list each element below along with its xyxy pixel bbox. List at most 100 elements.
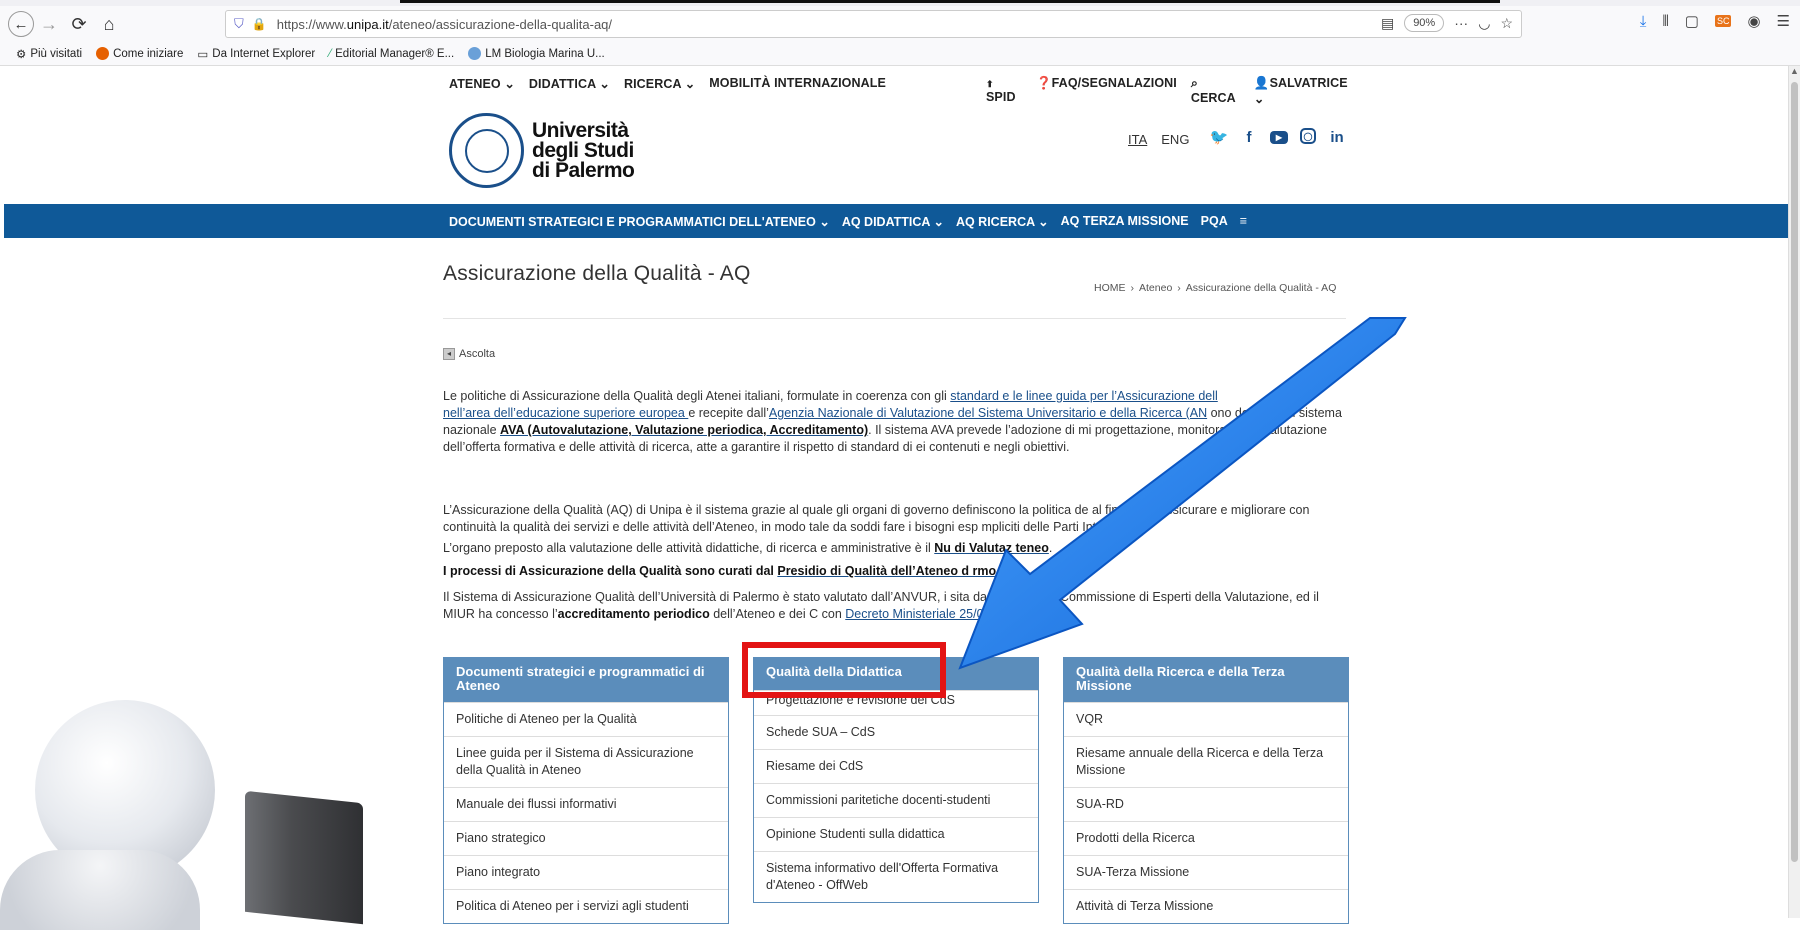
pocket-icon[interactable]: ◡	[1478, 15, 1490, 32]
top-navigation: ATENEO ⌄ DIDATTICA ⌄ RICERCA ⌄ MOBILITÀ …	[449, 76, 1349, 106]
monitor-illustration	[245, 790, 363, 925]
lang-ita[interactable]: ITA	[1128, 132, 1147, 147]
reader-icon[interactable]: ▤	[1381, 15, 1394, 32]
link-decreto-ministeriale[interactable]: Decreto Ministeriale 25/02/2019	[845, 607, 1022, 621]
list-item[interactable]: Opinione Studenti sulla didattica	[754, 817, 1038, 851]
url-host: unipa.it	[346, 16, 389, 32]
menu-aq-ricerca[interactable]: AQ RICERCA ⌄	[956, 214, 1049, 229]
bookmark-internet-explorer[interactable]: ▭ Da Internet Explorer	[197, 47, 315, 61]
list-item[interactable]: Manuale dei flussi informativi	[444, 787, 728, 821]
link-presidio-qualita[interactable]: Presidio di Qualità dell’Ateneo d rmo	[777, 564, 996, 578]
back-icon[interactable]: ←	[8, 11, 34, 37]
spid-icon: ⬆	[986, 79, 994, 89]
folder-icon: ▭	[197, 48, 209, 61]
list-item[interactable]: Politiche di Ateneo per la Qualità	[444, 702, 728, 736]
list-item[interactable]: SUA-RD	[1064, 787, 1348, 821]
globe-icon	[468, 47, 482, 60]
nav-ricerca[interactable]: RICERCA ⌄	[624, 76, 695, 96]
forward-icon[interactable]: →	[34, 9, 64, 39]
list-item[interactable]: Piano integrato	[444, 855, 728, 889]
twitter-icon[interactable]: 🐦	[1210, 128, 1229, 146]
university-seal	[449, 113, 524, 188]
list-item[interactable]: VQR	[1064, 702, 1348, 736]
list-item[interactable]: Sistema informativo dell'Offerta Formati…	[754, 851, 1038, 902]
extension-icon[interactable]: SC	[1714, 15, 1732, 27]
em-icon: ⁄	[329, 47, 332, 60]
menu-icon[interactable]: ☰	[1777, 12, 1790, 30]
breadcrumb-current: Assicurazione della Qualità - AQ	[1185, 282, 1337, 294]
lang-eng[interactable]: ENG	[1161, 132, 1189, 147]
bookmark-piu-visitati[interactable]: ⚙ Più visitati	[16, 47, 82, 61]
url-prefix: https://www.	[276, 16, 347, 32]
user-icon: 👤	[1253, 76, 1270, 90]
bookmark-editorial-manager[interactable]: ⁄ Editorial Manager® E...	[329, 48, 454, 60]
sidebar-icon[interactable]: ▢	[1685, 12, 1699, 30]
scrollbar-thumb[interactable]	[1791, 82, 1798, 862]
link-nucleo-valutazione[interactable]: Nu di Valutaz teneo	[934, 541, 1049, 555]
ascolta-button[interactable]: ◂ Ascolta	[443, 348, 495, 360]
bookmark-come-iniziare[interactable]: Come iniziare	[96, 47, 183, 60]
figure-body-illustration	[0, 850, 200, 930]
zoom-indicator[interactable]: 90%	[1404, 14, 1445, 32]
nav-user[interactable]: 👤SALVATRICE ⌄	[1254, 76, 1349, 106]
nucleo-paragraph: L’organo preposto alla valutazione delle…	[443, 541, 1053, 555]
box-documenti-strategici: Documenti strategici e programmatici di …	[443, 657, 729, 924]
bookmark-star-icon[interactable]: ☆	[1500, 15, 1513, 32]
box-title[interactable]: Qualità della Ricerca e della Terza Miss…	[1064, 658, 1348, 702]
reload-icon[interactable]: ⟳	[64, 9, 94, 39]
bookmark-lm-biologia[interactable]: LM Biologia Marina U...	[468, 47, 605, 60]
scroll-up-icon[interactable]: ▲	[1789, 66, 1800, 76]
nav-faq[interactable]: ❓FAQ/SEGNALAZIONI	[1036, 76, 1177, 106]
vertical-scrollbar[interactable]: ▲	[1788, 66, 1800, 918]
list-item[interactable]: Piano strategico	[444, 821, 728, 855]
list-item[interactable]: SUA-Terza Missione	[1064, 855, 1348, 889]
nav-spid[interactable]: ⬆ SPID	[986, 76, 1022, 106]
menu-aq-didattica[interactable]: AQ DIDATTICA ⌄	[842, 214, 944, 229]
account-icon[interactable]: ◉	[1747, 12, 1760, 30]
menu-aq-terza-missione[interactable]: AQ TERZA MISSIONE	[1061, 214, 1189, 228]
link-anvur[interactable]: Agenzia Nazionale di Valutazione del Sis…	[769, 406, 1207, 420]
facebook-icon[interactable]: f	[1240, 128, 1258, 146]
home-icon[interactable]: ⌂	[94, 9, 124, 39]
page-title: Assicurazione della Qualità - AQ	[443, 262, 751, 285]
breadcrumb: HOME › Ateneo › Assicurazione della Qualit…	[1094, 282, 1337, 294]
list-item[interactable]: Commissioni paritetiche docenti-studenti	[754, 783, 1038, 817]
list-item[interactable]: Riesame annuale della Ricerca e della Te…	[1064, 736, 1348, 787]
more-icon[interactable]: ···	[1454, 15, 1468, 31]
search-icon: ⌕	[1190, 76, 1198, 90]
youtube-icon[interactable]: ▶	[1270, 131, 1288, 144]
tab-indicator	[400, 0, 1500, 3]
lock-icon[interactable]: 🔒	[252, 17, 267, 31]
linkedin-icon[interactable]: in	[1328, 128, 1346, 146]
library-icon[interactable]: ⫴	[1662, 13, 1668, 30]
shield-icon[interactable]: ⛉	[234, 16, 244, 32]
bookmarks-bar: ⚙ Più visitati Come iniziare ▭ Da Internet…	[0, 42, 1800, 66]
nav-didattica[interactable]: DIDATTICA ⌄	[529, 76, 610, 96]
social-links: 🐦 f ▶ ◯ in	[1210, 128, 1346, 146]
logo-wordmark: Università degli Studi di Palermo	[532, 118, 635, 182]
gear-icon: ⚙	[16, 48, 27, 61]
instagram-icon[interactable]: ◯	[1300, 128, 1316, 144]
nav-ateneo[interactable]: ATENEO ⌄	[449, 76, 515, 96]
university-logo[interactable]: Università degli Studi di Palermo	[449, 113, 635, 188]
menu-pqa[interactable]: PQA	[1201, 214, 1228, 228]
presidio-paragraph: I processi di Assicurazione della Qualit…	[443, 564, 997, 578]
language-switcher: ITA ENG	[1128, 132, 1189, 147]
box-title[interactable]: Documenti strategici e programmatici di …	[444, 658, 728, 702]
menu-documenti-strategici[interactable]: DOCUMENTI STRATEGICI E PROGRAMMATICI DEL…	[449, 214, 830, 229]
help-icon: ❓	[1035, 76, 1052, 90]
breadcrumb-ateneo[interactable]: Ateneo	[1139, 282, 1172, 294]
address-bar[interactable]: ⛉ 🔒 https://www. unipa.it/ateneo/assicura…	[225, 10, 1522, 38]
link-ava[interactable]: AVA (Autovalutazione, Valutazione period…	[500, 423, 868, 437]
hamburger-icon[interactable]: ≡	[1240, 214, 1247, 228]
firefox-icon	[96, 47, 110, 60]
list-item[interactable]: Schede SUA – CdS	[754, 715, 1038, 749]
list-item[interactable]: Prodotti della Ricerca	[1064, 821, 1348, 855]
download-icon[interactable]: ⤓	[1640, 13, 1647, 30]
breadcrumb-home[interactable]: HOME	[1094, 282, 1126, 294]
list-item[interactable]: Linee guida per il Sistema di Assicurazi…	[444, 736, 728, 787]
nav-cerca[interactable]: ⌕ CERCA	[1191, 76, 1240, 106]
nav-mobilita[interactable]: MOBILITÀ INTERNAZIONALE	[709, 76, 886, 96]
list-item[interactable]: Riesame dei CdS	[754, 749, 1038, 783]
highlight-box	[742, 642, 946, 698]
